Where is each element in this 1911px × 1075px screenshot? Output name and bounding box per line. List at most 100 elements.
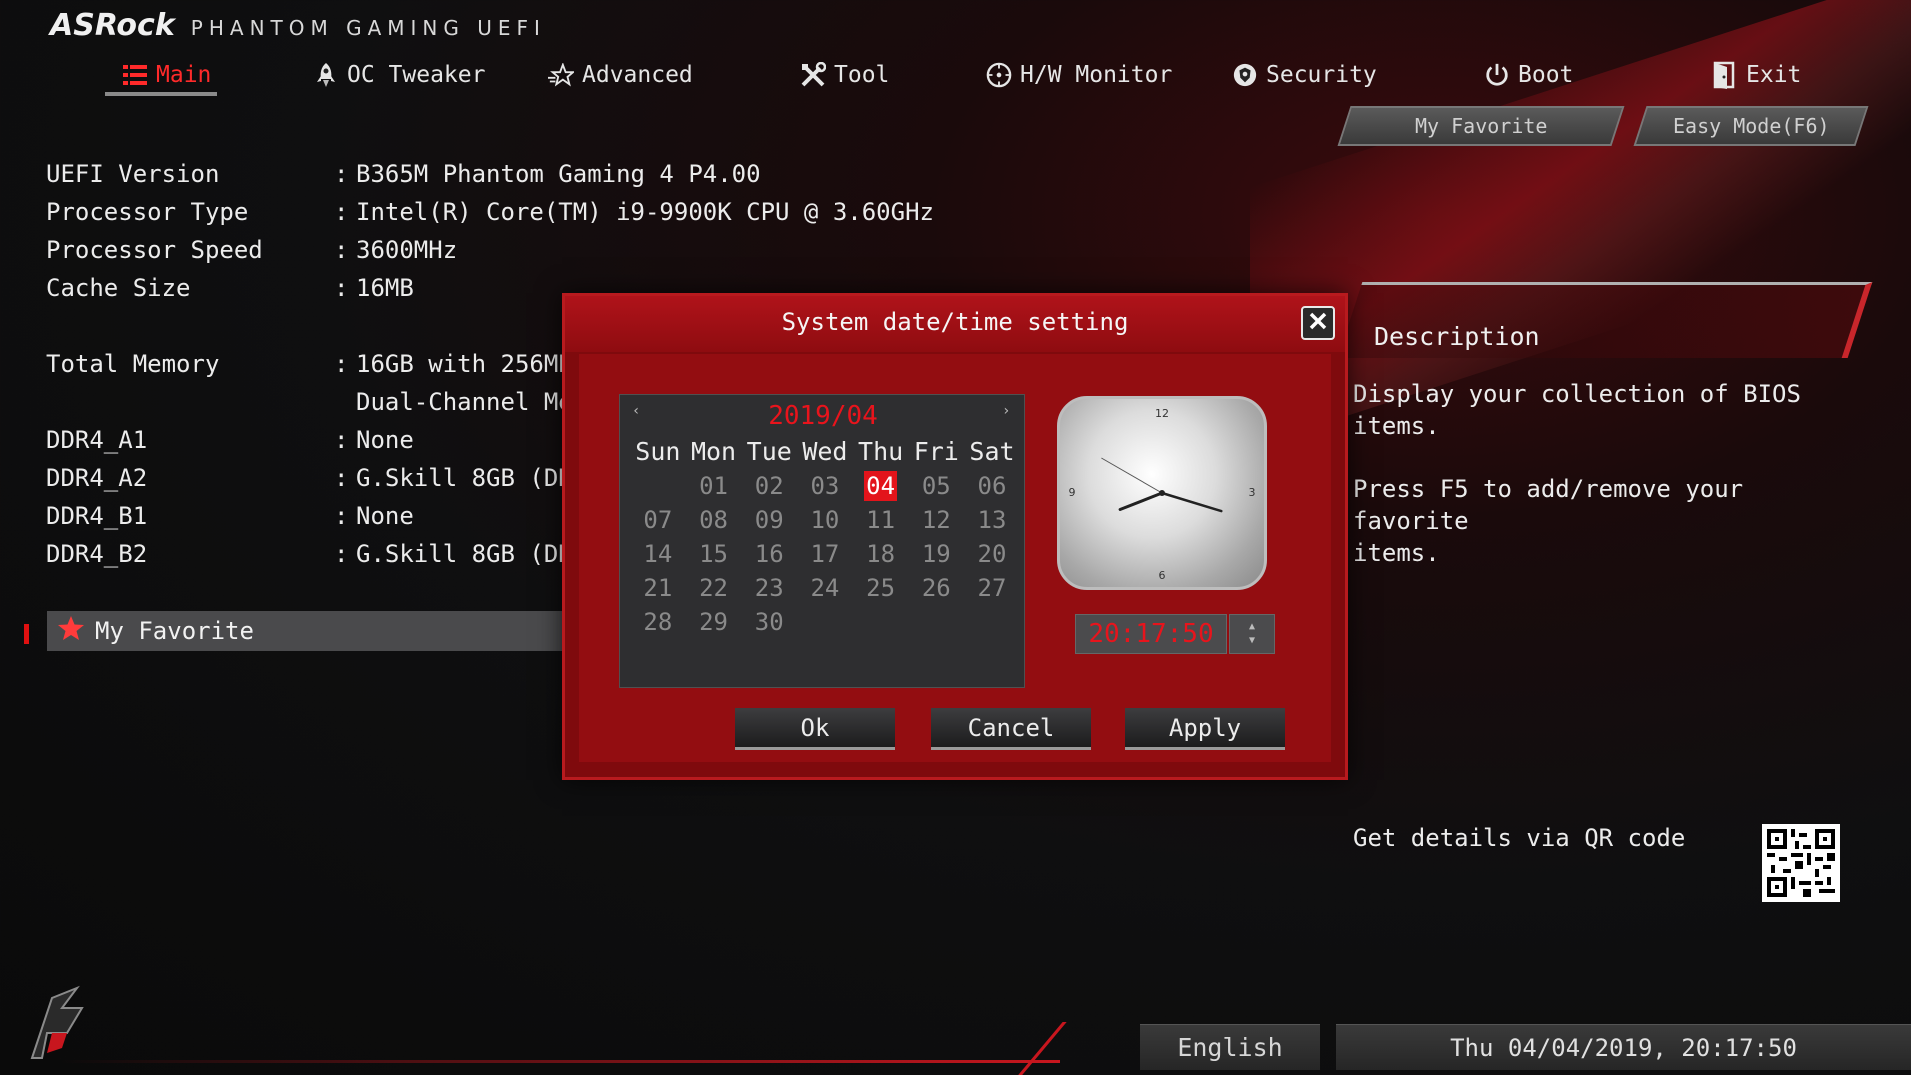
calendar-month: 2019/04 — [768, 401, 878, 431]
tab-label: Advanced — [582, 62, 693, 88]
calendar-day[interactable]: 24 — [797, 571, 853, 605]
info-value: B365M Phantom Gaming 4 P4.00 — [356, 160, 761, 188]
clock-mark-6: 6 — [1159, 569, 1166, 582]
spin-down-icon[interactable]: ▼ — [1249, 635, 1255, 647]
star-icon — [548, 62, 574, 88]
tab-exit[interactable]: Exit — [1712, 56, 1801, 94]
time-input[interactable]: 20:17:50 — [1075, 614, 1227, 654]
calendar-day[interactable]: 21 — [630, 571, 686, 605]
weekday: Tue — [746, 437, 792, 466]
calendar-day-selected[interactable]: 04 — [853, 469, 909, 503]
calendar-day[interactable]: 13 — [964, 503, 1020, 537]
calendar-next-month-button[interactable]: › — [1002, 403, 1010, 419]
calendar-day[interactable]: 28 — [630, 605, 686, 639]
calendar-empty — [853, 605, 909, 639]
calendar-day[interactable]: 06 — [964, 469, 1020, 503]
clock-center — [1159, 490, 1165, 496]
power-icon — [1484, 62, 1510, 88]
time-spinner[interactable]: ▲ ▼ — [1229, 614, 1275, 654]
tab-main[interactable]: Main — [122, 56, 211, 94]
tools-icon — [800, 62, 826, 88]
phantom-gaming-logo-icon — [30, 985, 84, 1059]
calendar-week: 07 08 09 10 11 12 13 — [630, 503, 1020, 537]
spin-up-icon[interactable]: ▲ — [1249, 621, 1255, 633]
info-colon: : — [334, 350, 349, 378]
weekday: Sat — [969, 437, 1015, 466]
calendar-day[interactable]: 27 — [964, 571, 1020, 605]
tab-boot[interactable]: Boot — [1484, 56, 1573, 94]
calendar-day[interactable]: 08 — [686, 503, 742, 537]
info-colon: : — [334, 426, 349, 454]
calendar-day[interactable]: 18 — [853, 537, 909, 571]
calendar-day[interactable]: 25 — [853, 571, 909, 605]
selection-marker — [24, 624, 29, 644]
calendar-day[interactable]: 15 — [686, 537, 742, 571]
tab-label: H/W Monitor — [1020, 62, 1173, 88]
tab-advanced[interactable]: Advanced — [548, 56, 693, 94]
info-colon: : — [334, 274, 349, 302]
datetime-dialog: System date/time setting ‹ 2019/04 › Sun… — [562, 293, 1348, 780]
calendar-empty — [797, 605, 853, 639]
calendar-day[interactable]: 17 — [797, 537, 853, 571]
active-tab-underline — [105, 92, 217, 96]
brand-logo: ASRock PHANTOM GAMING UEFI — [50, 8, 546, 52]
calendar-day[interactable]: 19 — [908, 537, 964, 571]
dialog-header: System date/time setting — [565, 296, 1345, 352]
tab-tool[interactable]: Tool — [800, 56, 889, 94]
info-colon: : — [334, 236, 349, 264]
info-colon: : — [334, 502, 349, 530]
close-icon — [1309, 312, 1327, 334]
easy-mode-button[interactable]: Easy Mode(F6) — [1633, 106, 1869, 146]
info-colon: : — [334, 540, 349, 568]
calendar-day[interactable]: 01 — [686, 469, 742, 503]
calendar-day[interactable]: 10 — [797, 503, 853, 537]
calendar-weeks: 01 02 03 04 05 06 07 08 09 10 11 12 13 14 15 16 17 18 19 20… — [630, 469, 1020, 639]
weekday: Thu — [858, 437, 904, 466]
tab-label: Tool — [834, 62, 890, 88]
bottom-accent-slash — [1017, 1022, 1067, 1075]
calendar-empty — [908, 605, 964, 639]
info-colon: : — [334, 160, 349, 188]
calendar-week: 01 02 03 04 05 06 — [630, 469, 1020, 503]
status-datetime[interactable]: Thu 04/04/2019, 20:17:50 — [1336, 1024, 1911, 1070]
calendar-day[interactable]: 14 — [630, 537, 686, 571]
tab-oc-tweaker[interactable]: OC Tweaker — [313, 56, 485, 94]
calendar-day[interactable]: 26 — [908, 571, 964, 605]
analog-clock: 12 3 6 9 — [1057, 396, 1267, 590]
calendar-day[interactable]: 23 — [741, 571, 797, 605]
calendar-day[interactable]: 05 — [908, 469, 964, 503]
calendar-day[interactable]: 22 — [686, 571, 742, 605]
calendar-day[interactable]: 12 — [908, 503, 964, 537]
calendar-day[interactable]: 02 — [741, 469, 797, 503]
calendar-day[interactable]: 29 — [686, 605, 742, 639]
description-title: Description — [1374, 322, 1540, 351]
description-text-1: Display your collection of BIOS items. — [1353, 380, 1801, 440]
close-button[interactable] — [1301, 306, 1335, 340]
calendar-day[interactable]: 30 — [741, 605, 797, 639]
my-favorite-item[interactable]: My Favorite — [47, 611, 567, 651]
language-button[interactable]: English — [1140, 1024, 1320, 1070]
tab-security[interactable]: Security — [1232, 56, 1377, 94]
calendar-day[interactable]: 09 — [741, 503, 797, 537]
calendar-day[interactable]: 03 — [797, 469, 853, 503]
tab-hw-monitor[interactable]: H/W Monitor — [986, 56, 1172, 94]
star-icon — [57, 615, 85, 647]
apply-button[interactable]: Apply — [1125, 708, 1285, 750]
calendar-day[interactable]: 20 — [964, 537, 1020, 571]
dialog-title: System date/time setting — [781, 308, 1129, 336]
tab-label: Exit — [1746, 62, 1802, 88]
cancel-button[interactable]: Cancel — [931, 708, 1091, 750]
calendar-day[interactable]: 07 — [630, 503, 686, 537]
info-colon: : — [334, 198, 349, 226]
bottom-accent-line — [60, 1060, 1060, 1063]
my-favorite-label: My Favorite — [1414, 114, 1548, 138]
rocket-icon — [313, 62, 339, 88]
ok-button[interactable]: Ok — [735, 708, 895, 750]
my-favorite-button[interactable]: My Favorite — [1337, 106, 1625, 146]
description-text-2: Press F5 to add/remove your favorite ite… — [1353, 475, 1744, 567]
calendar-day[interactable]: 11 — [853, 503, 909, 537]
info-value: Dual-Channel Mem — [356, 388, 588, 416]
calendar-day[interactable]: 16 — [741, 537, 797, 571]
weekday: Wed — [802, 437, 848, 466]
clock-mark-12: 12 — [1155, 407, 1169, 420]
